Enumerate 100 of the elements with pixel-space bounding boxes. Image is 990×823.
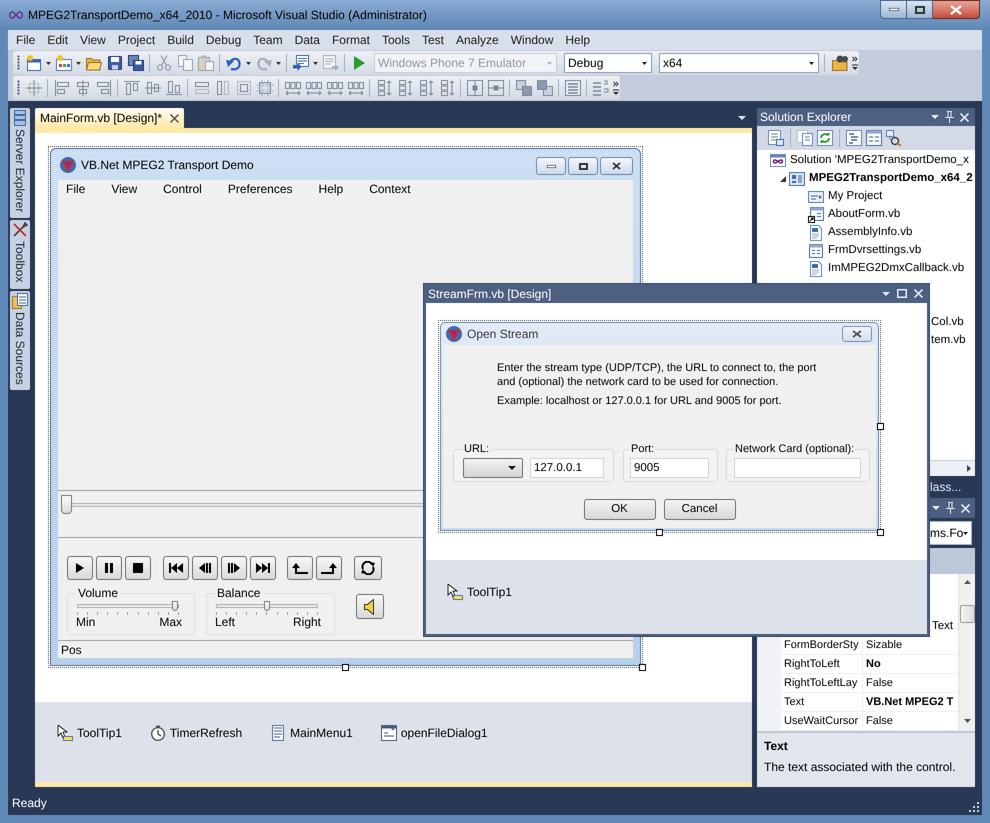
align-right-icon[interactable]: [96, 80, 112, 96]
resize-handle[interactable]: [639, 664, 646, 671]
view-code-icon[interactable]: [846, 130, 862, 146]
menu-item[interactable]: Tools: [376, 31, 416, 49]
resize-handle[interactable]: [877, 423, 884, 430]
increase-vertical-spacing-icon[interactable]: [396, 80, 412, 96]
toolbar-combo[interactable]: x64: [659, 53, 819, 73]
component-item[interactable]: openFileDialog1: [380, 724, 488, 742]
menu-item[interactable]: Analyze: [450, 31, 505, 49]
close-icon[interactable]: [170, 114, 180, 122]
resize-handle[interactable]: [656, 529, 663, 536]
property-value[interactable]: No: [863, 655, 958, 673]
component-item[interactable]: ToolTip1: [57, 724, 122, 742]
caret-icon[interactable]: [46, 62, 51, 64]
scroll-up-arrow-icon[interactable]: [964, 580, 970, 584]
side-tab[interactable]: Toolbox: [10, 220, 30, 289]
numbered-list-icon[interactable]: [592, 80, 608, 96]
slider-track[interactable]: [213, 601, 321, 616]
send-to-back-icon[interactable]: [536, 80, 552, 96]
tree-item[interactable]: Solution 'MPEG2TransportDemo_x: [770, 152, 969, 170]
menu-item[interactable]: Project: [112, 31, 162, 49]
menu-item[interactable]: File: [66, 180, 86, 198]
property-value[interactable]: Sizable: [863, 636, 958, 654]
open-folder-icon[interactable]: [86, 55, 102, 71]
menu-item[interactable]: Debug: [200, 31, 248, 49]
menu-item[interactable]: Build: [161, 31, 200, 49]
center-vertically-icon[interactable]: [488, 80, 504, 96]
overflow-icon[interactable]: [613, 80, 619, 96]
stop-button[interactable]: [125, 556, 151, 580]
equal-vertical-spacing-icon[interactable]: [376, 80, 392, 96]
equal-horizontal-spacing-icon[interactable]: [284, 80, 300, 96]
component-item[interactable]: ToolTip1: [447, 583, 512, 601]
undo-icon[interactable]: [226, 55, 242, 71]
toolbar-combo[interactable]: Debug: [564, 53, 652, 73]
close-button[interactable]: [600, 157, 633, 175]
expanded-triangle-icon[interactable]: [780, 176, 786, 182]
property-value[interactable]: VB.Net MPEG2 T: [863, 693, 958, 711]
new-project-icon[interactable]: [26, 55, 42, 71]
caret-icon[interactable]: [76, 62, 81, 64]
dialog-button[interactable]: OK: [584, 499, 656, 520]
slider-track[interactable]: [74, 601, 182, 616]
close-button[interactable]: [842, 326, 872, 342]
align-center-icon[interactable]: [74, 80, 90, 96]
menu-item[interactable]: Format: [326, 31, 376, 49]
panel-tab[interactable]: lass...: [930, 478, 962, 496]
increase-horizontal-spacing-icon[interactable]: [306, 80, 322, 96]
pin-icon[interactable]: [945, 111, 954, 123]
property-value[interactable]: False: [863, 712, 958, 730]
skip-back-button[interactable]: [163, 556, 189, 580]
menu-item[interactable]: Data: [288, 31, 326, 49]
scroll-right-arrow-icon[interactable]: [967, 465, 971, 472]
play-button[interactable]: [67, 556, 93, 580]
tree-item[interactable]: ImMPEG2DmxCallback.vb: [808, 260, 964, 278]
side-tab[interactable]: Server Explorer: [10, 108, 30, 218]
remove-vertical-spacing-icon[interactable]: [438, 80, 454, 96]
dropdown-icon[interactable]: [963, 532, 968, 534]
decrease-horizontal-spacing-icon[interactable]: [326, 80, 342, 96]
maximize-icon[interactable]: [897, 289, 907, 298]
repeat-button[interactable]: [354, 556, 382, 580]
tree-item[interactable]: AboutForm.vb: [808, 206, 900, 224]
slider-thumb[interactable]: [264, 601, 270, 611]
caret-icon[interactable]: [642, 62, 647, 64]
dialog-button[interactable]: Cancel: [664, 499, 736, 520]
refresh-icon[interactable]: [817, 130, 833, 146]
caret-icon[interactable]: [809, 62, 814, 64]
same-width-icon[interactable]: [194, 80, 210, 96]
speaker-button[interactable]: [356, 594, 384, 619]
toolbar-grip-icon[interactable]: [17, 80, 20, 96]
list-icon[interactable]: [564, 80, 580, 96]
document-tab[interactable]: MainForm.vb [Design]*: [35, 108, 184, 128]
menu-item[interactable]: Context: [369, 180, 411, 198]
show-all-files-icon[interactable]: [797, 130, 813, 146]
text-field[interactable]: [734, 458, 861, 478]
side-tab[interactable]: Data Sources: [10, 290, 30, 390]
maximize-button[interactable]: [907, 0, 933, 19]
decrease-vertical-spacing-icon[interactable]: [418, 80, 434, 96]
tree-item[interactable]: tem.vb: [931, 332, 966, 350]
save-icon[interactable]: [106, 55, 122, 71]
align-top-icon[interactable]: [124, 80, 140, 96]
component-item[interactable]: TimerRefresh: [150, 724, 242, 742]
menu-item[interactable]: Control: [163, 180, 202, 198]
maximize-button[interactable]: [568, 157, 598, 175]
menu-item[interactable]: Test: [416, 31, 450, 49]
text-field[interactable]: 127.0.0.1: [530, 458, 604, 478]
bring-to-front-icon[interactable]: [516, 80, 532, 96]
dropdown-icon[interactable]: [738, 116, 746, 120]
align-left-icon[interactable]: [54, 80, 70, 96]
menu-item[interactable]: Edit: [41, 31, 74, 49]
component-item[interactable]: MainMenu1: [270, 724, 353, 742]
text-field[interactable]: 9005: [630, 458, 709, 478]
find-in-files-icon[interactable]: [832, 55, 848, 71]
slider-thumb[interactable]: [172, 601, 178, 611]
skip-forward-button[interactable]: [250, 556, 276, 580]
menu-item[interactable]: File: [10, 31, 42, 49]
navigate-icon[interactable]: [292, 55, 308, 71]
property-value[interactable]: False: [863, 674, 958, 692]
minimize-button[interactable]: [880, 0, 907, 19]
scroll-down-arrow-icon[interactable]: [964, 719, 970, 723]
type-combo[interactable]: [463, 458, 523, 478]
slider-thumb[interactable]: [61, 495, 72, 514]
